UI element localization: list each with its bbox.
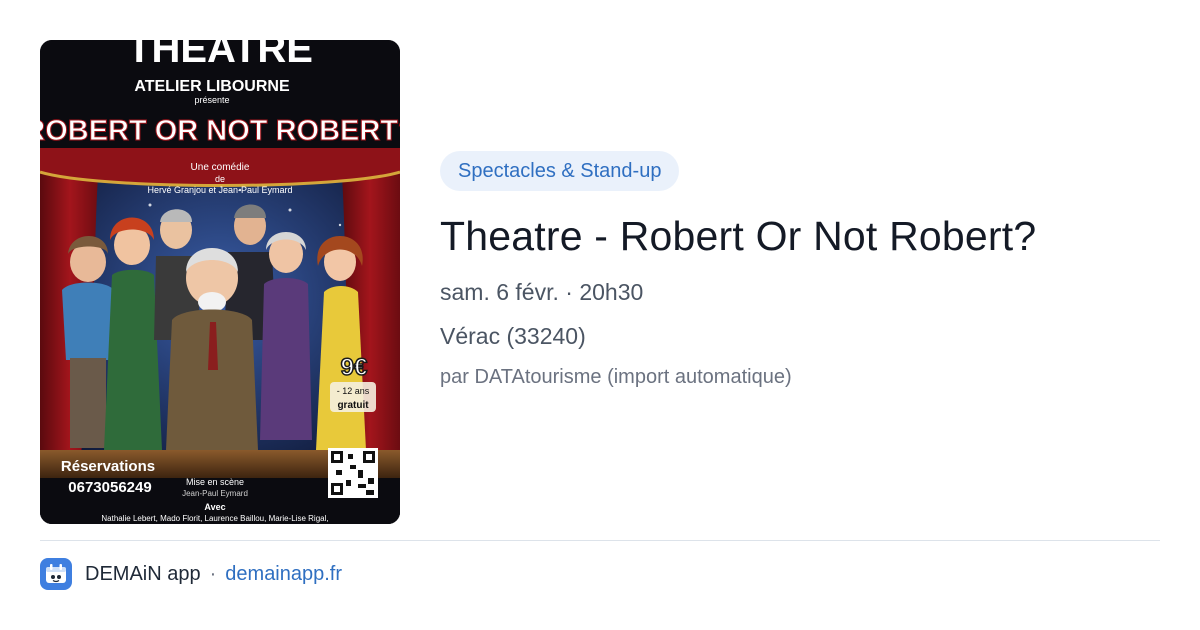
poster-play-title: ROBERT OR NOT ROBERT? [40,115,400,147]
event-title: Theatre - Robert Or Not Robert? [440,213,1037,259]
footer: DEMAiN app · demainapp.fr [40,558,342,590]
poster-title: THEATRE [127,40,313,71]
demain-app-icon[interactable] [40,558,72,590]
poster-director: Jean-Paul Eymard [182,489,248,498]
poster-free: gratuit [337,400,369,411]
poster-with-label: Avec [204,502,225,512]
poster-cast: Nathalie Lebert, Mado Florit, Laurence B… [101,514,328,523]
poster-authors: Hervé Granjou et Jean-Paul Eymard [147,185,292,195]
app-website-link[interactable]: demainapp.fr [225,563,342,586]
app-name: DEMAiN app [85,562,201,585]
poster-price: 9€ [341,354,368,381]
poster-under12: - 12 ans [337,386,370,396]
event-poster-image: THEATRE ATELIER LIBOURNE présente ROBERT… [40,40,400,524]
poster-company: ATELIER LIBOURNE [134,78,290,95]
event-location: Vérac (33240) [440,323,586,349]
event-datetime: sam. 6 févr. · 20h30 [440,279,644,305]
footer-divider [40,540,1160,541]
qr-code-icon [328,448,378,498]
poster-phone: 0673056249 [68,479,151,496]
event-poster[interactable]: THEATRE ATELIER LIBOURNE présente ROBERT… [40,40,400,524]
poster-presents: présente [194,95,229,105]
footer-separator: · [209,562,217,585]
poster-genre: Une comédie [191,162,250,173]
category-pill[interactable]: Spectacles & Stand-up [440,151,680,191]
poster-by: de [215,174,225,184]
event-source: par DATAtourisme (import automatique) [440,366,792,388]
poster-staging-label: Mise en scène [186,477,244,487]
poster-reservations: Réservations [61,458,155,475]
event-details: Spectacles & Stand-up Theatre - Robert O… [440,151,1160,390]
